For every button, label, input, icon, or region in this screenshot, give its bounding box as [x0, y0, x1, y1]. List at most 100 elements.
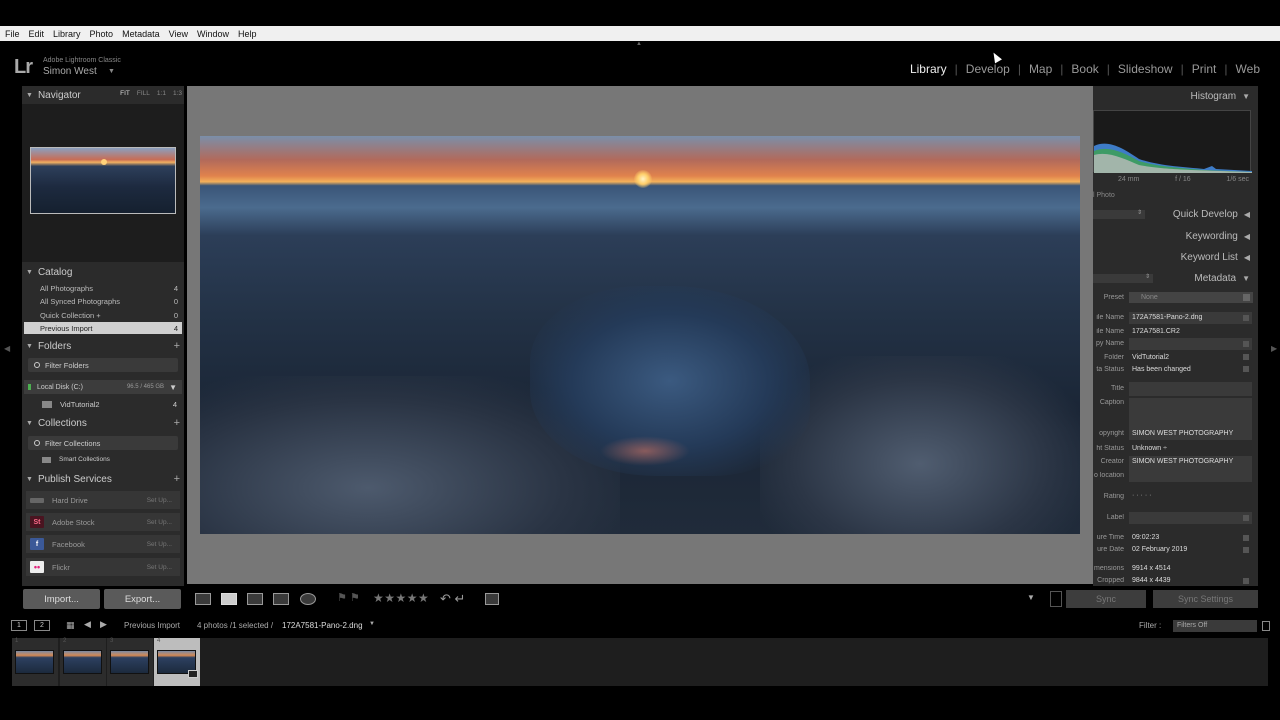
menu-library[interactable]: Library [49, 29, 85, 39]
menu-file[interactable]: File [1, 29, 24, 39]
md-action-icon[interactable] [1243, 547, 1249, 553]
menu-metadata[interactable]: Metadata [118, 29, 164, 39]
publish-setup-link[interactable]: Set Up... [147, 541, 172, 548]
menu-help[interactable]: Help [234, 29, 261, 39]
menu-photo[interactable]: Photo [86, 29, 118, 39]
metadata-header[interactable]: Metadata ▼ [1093, 268, 1258, 288]
star-rating[interactable]: ★★★★★ [373, 591, 429, 605]
publish-adobe-stock[interactable]: St Adobe Stock Set Up... [26, 513, 180, 531]
left-panel-toggle-icon[interactable]: ◀ [4, 344, 10, 353]
module-print[interactable]: Print [1184, 62, 1225, 76]
toolbar-options-dropdown-icon[interactable]: ▼ [1027, 593, 1035, 602]
publish-flickr[interactable]: •• Flickr Set Up... [26, 558, 180, 576]
import-button[interactable]: Import... [23, 589, 100, 609]
go-to-folder-icon[interactable] [1243, 354, 1249, 360]
module-web[interactable]: Web [1228, 62, 1268, 76]
compare-view-icon[interactable] [247, 593, 263, 605]
publish-hard-drive[interactable]: Hard Drive Set Up... [26, 491, 180, 509]
catalog-item-all-synced[interactable]: All Synced Photographs 0 [24, 295, 182, 307]
smart-collections-item[interactable]: Smart Collections [24, 455, 182, 464]
catalog-header[interactable]: ▼ Catalog [22, 263, 184, 281]
md-field-box[interactable] [1129, 338, 1252, 350]
filter-collections-input[interactable]: Filter Collections [28, 436, 178, 450]
md-value-copyright[interactable]: SIMON WEST PHOTOGRAPHY [1132, 430, 1233, 437]
histogram-header[interactable]: Histogram ▼ [1093, 86, 1258, 106]
module-slideshow[interactable]: Slideshow [1110, 62, 1181, 76]
survey-view-icon[interactable] [273, 593, 289, 605]
add-folder-icon[interactable]: + [174, 340, 180, 352]
md-action-icon[interactable] [1243, 341, 1249, 347]
md-action-icon[interactable] [1243, 366, 1249, 372]
module-map[interactable]: Map [1021, 62, 1060, 76]
flag-icons[interactable]: ⚑ ⚑ [337, 591, 360, 604]
keyword-list-header[interactable]: Keyword List ◀ [1093, 247, 1258, 267]
filename-dropdown-icon[interactable]: ▼ [369, 621, 375, 627]
filmstrip-thumbnail[interactable]: 3 [107, 638, 153, 686]
export-button[interactable]: Export... [104, 589, 181, 609]
catalog-item-all-photographs[interactable]: All Photographs 4 [24, 282, 182, 294]
module-develop[interactable]: Develop [958, 62, 1018, 76]
filmstrip-thumbnail-selected[interactable]: 4 [154, 638, 200, 686]
md-field-box[interactable] [1129, 398, 1252, 428]
publish-setup-link[interactable]: Set Up... [147, 519, 172, 526]
zoom-1-1[interactable]: 1:1 [157, 90, 166, 97]
source-label[interactable]: Previous Import [124, 621, 180, 630]
zoom-fit[interactable]: FIT [120, 90, 130, 97]
md-action-icon[interactable] [1243, 578, 1249, 584]
zoom-fill[interactable]: FILL [137, 90, 150, 97]
add-collection-icon[interactable]: + [174, 417, 180, 429]
folder-item-vidtutorial2[interactable]: VidTutorial2 4 [24, 397, 182, 411]
menu-view[interactable]: View [165, 29, 192, 39]
publish-facebook[interactable]: f Facebook Set Up... [26, 535, 180, 553]
md-value-file-name[interactable]: 172A7581-Pano-2.dng [1132, 314, 1202, 321]
top-panel-toggle-icon[interactable]: ▲ [636, 41, 642, 47]
filmstrip-thumbnail[interactable]: 1 [12, 638, 58, 686]
md-field-box[interactable] [1129, 382, 1252, 396]
preset-dropdown-icon[interactable] [1243, 294, 1250, 301]
menu-edit[interactable]: Edit [25, 29, 49, 39]
quick-develop-header[interactable]: Quick Develop ◀ [1093, 204, 1258, 224]
grid-icon[interactable]: ▦ [66, 620, 75, 631]
filter-select[interactable]: Filters Off [1173, 620, 1257, 632]
menu-window[interactable]: Window [193, 29, 233, 39]
add-publish-service-icon[interactable]: + [174, 473, 180, 485]
md-value-copyright-status[interactable]: Unknown ÷ [1132, 445, 1167, 452]
catalog-item-quick-collection[interactable]: Quick Collection + 0 [24, 309, 182, 321]
back-arrow-icon[interactable]: ◀ [84, 619, 91, 630]
folders-header[interactable]: ▼ Folders + [22, 337, 184, 355]
md-action-icon[interactable] [1243, 535, 1249, 541]
md-value-rating[interactable]: · · · · · [1132, 492, 1151, 499]
filter-lock-icon[interactable] [1262, 621, 1270, 631]
md-field-box[interactable] [1129, 512, 1252, 524]
filmstrip-thumbnail[interactable]: 2 [60, 638, 106, 686]
keywording-header[interactable]: Keywording ◀ [1093, 226, 1258, 246]
md-value-creator[interactable]: SIMON WEST PHOTOGRAPHY [1132, 458, 1233, 465]
secondary-window-button[interactable]: 2 [34, 620, 50, 631]
crop-icon[interactable] [485, 593, 499, 605]
filter-folders-input[interactable]: Filter Folders [28, 358, 178, 372]
grid-view-icon[interactable] [195, 593, 211, 605]
sync-settings-button[interactable]: Sync Settings [1153, 590, 1258, 608]
module-library[interactable]: Library [902, 62, 955, 76]
user-name[interactable]: Simon West [43, 66, 97, 77]
preset-select[interactable]: None [1129, 292, 1253, 303]
volume-dropdown-icon[interactable]: ▼ [169, 383, 177, 392]
main-window-button[interactable]: 1 [11, 620, 27, 631]
zoom-1-3[interactable]: 1:3 [173, 90, 182, 97]
publish-services-header[interactable]: ▼ Publish Services + [22, 470, 184, 488]
people-view-icon[interactable] [300, 593, 316, 605]
user-caret-icon[interactable]: ▼ [108, 68, 115, 75]
rotate-icons[interactable]: ↶ ↵ [440, 591, 465, 607]
sync-button[interactable]: Sync [1066, 590, 1146, 608]
md-action-icon[interactable] [1243, 515, 1249, 521]
md-action-icon[interactable] [1243, 315, 1249, 321]
forward-arrow-icon[interactable]: ▶ [100, 619, 107, 630]
navigator-thumbnail[interactable] [30, 147, 176, 214]
module-book[interactable]: Book [1063, 62, 1106, 76]
catalog-item-previous-import[interactable]: Previous Import 4 [24, 322, 182, 334]
publish-setup-link[interactable]: Set Up... [147, 564, 172, 571]
loupe-view-icon[interactable] [221, 593, 237, 605]
collections-header[interactable]: ▼ Collections + [22, 414, 184, 432]
volume-local-disk[interactable]: Local Disk (C:) 96.5 / 465 GB ▼ [24, 380, 182, 394]
auto-sync-toggle[interactable] [1050, 591, 1062, 607]
